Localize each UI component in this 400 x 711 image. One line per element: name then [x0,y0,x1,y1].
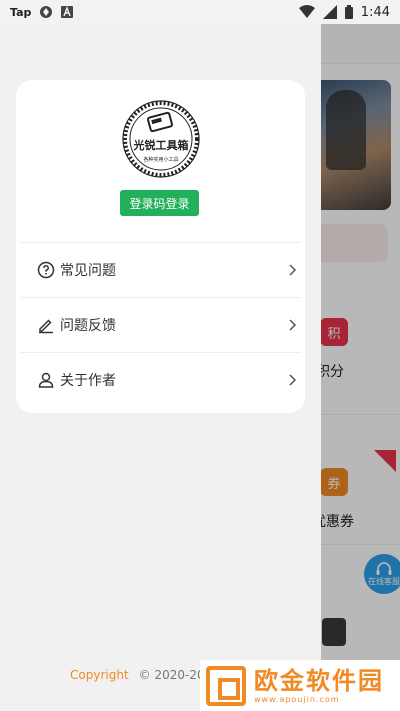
watermark-text: 欧金软件园 [254,667,384,695]
copyright-link[interactable]: Copyright [70,668,129,682]
logo-title: 光锐工具箱 [133,138,189,152]
question-circle-icon [36,260,56,280]
status-app-label: Tap [10,5,32,19]
user-icon [36,370,56,390]
logo-subtitle: 各种实用小工具 [143,156,178,163]
edit-pen-icon [36,315,56,335]
watermark-logo [206,665,246,706]
menu-item-label: 问题反馈 [60,318,116,334]
chevron-right-icon [289,374,297,386]
a-icon [61,6,74,18]
drawer-card: 光锐工具箱 各种实用小工具 登录码登录 常见问题 问题反馈 关于作者 [16,80,305,413]
battery-icon [344,5,353,19]
watermark-url: www.apoujin.com [254,695,340,704]
watermark: 欧金软件园 www.apoujin.com [200,660,400,711]
status-bar: Tap 1:44 [0,0,400,24]
signal-icon [322,5,337,19]
menu-item-label: 关于作者 [60,373,116,389]
app-logo: 光锐工具箱 各种实用小工具 [122,100,200,178]
side-drawer: 光锐工具箱 各种实用小工具 登录码登录 常见问题 问题反馈 关于作者 [0,24,321,711]
chevron-right-icon [289,264,297,276]
app-icon [40,6,53,18]
login-code-button[interactable]: 登录码登录 [120,190,199,216]
status-time: 1:44 [360,4,390,20]
wifi-icon [298,5,315,18]
menu-item-faq[interactable]: 常见问题 [36,243,298,297]
chevron-right-icon [289,319,297,331]
menu-item-label: 常见问题 [60,263,116,279]
drawer-scrim[interactable] [321,24,400,711]
menu-item-about-author[interactable]: 关于作者 [36,353,298,407]
copyright-footer: Copyright © 2020-202 [70,668,212,682]
menu-item-feedback[interactable]: 问题反馈 [36,298,298,352]
